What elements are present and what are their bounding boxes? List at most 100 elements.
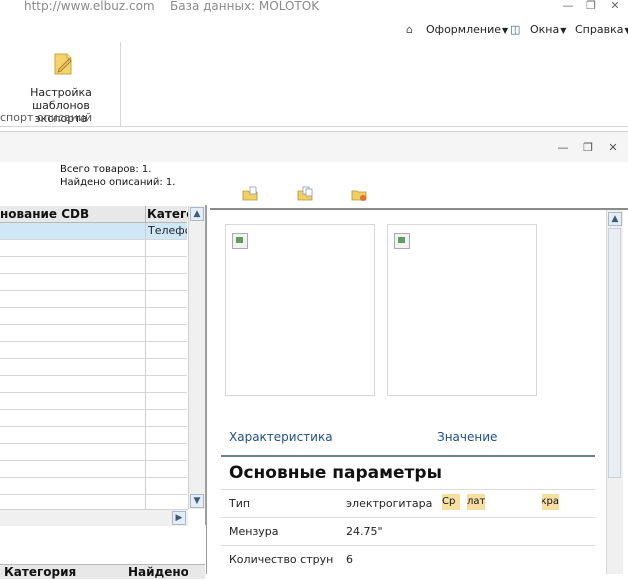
restore-icon[interactable]: ❐: [584, 0, 598, 12]
scroll-up-icon[interactable]: ▲: [190, 207, 204, 221]
table-cell[interactable]: [145, 325, 187, 341]
table-cell[interactable]: [0, 410, 145, 426]
preview-scrollbar[interactable]: ▲: [606, 210, 623, 574]
ribbon-group-export: Настройка шаблонов экспорта спорт описани…: [0, 42, 121, 126]
chevron-down-icon: ▼: [560, 26, 567, 35]
table-cell[interactable]: [145, 444, 187, 460]
table-cell[interactable]: [0, 325, 145, 341]
website-link[interactable]: http://www.elbuz.com: [24, 0, 155, 13]
folder-add-icon[interactable]: [242, 186, 258, 202]
chevron-down-icon: ▼: [624, 26, 628, 35]
table-cell[interactable]: [145, 478, 187, 494]
table-cell[interactable]: [145, 359, 187, 375]
table-cell[interactable]: [0, 359, 145, 375]
grid-horizontal-scrollbar[interactable]: ▶: [0, 509, 188, 526]
scroll-down-icon[interactable]: ▼: [190, 494, 204, 508]
table-cell[interactable]: [0, 376, 145, 392]
table-row[interactable]: [0, 274, 187, 291]
row-divider: [221, 489, 595, 490]
database-name: База данных: MOLOTOK: [170, 0, 320, 13]
value-chip: кра: [542, 494, 559, 510]
table-row[interactable]: [0, 291, 187, 308]
table-cell[interactable]: [145, 240, 187, 256]
scroll-thumb[interactable]: [608, 228, 621, 478]
style-icon[interactable]: ⌂: [406, 23, 413, 36]
section-divider: [221, 455, 595, 457]
table-cell[interactable]: [0, 308, 145, 324]
table-row[interactable]: [0, 461, 187, 478]
param-value: электрогитара: [346, 497, 433, 510]
menu-help[interactable]: Справка▼: [575, 23, 628, 36]
table-row[interactable]: [0, 359, 187, 376]
table-cell[interactable]: [145, 427, 187, 443]
table-row[interactable]: [0, 257, 187, 274]
table-cell[interactable]: [0, 342, 145, 358]
menu-help-label: Справка: [575, 23, 624, 36]
export-templates-button[interactable]: Настройка шаблонов экспорта: [6, 46, 116, 125]
table-row[interactable]: [0, 427, 187, 444]
table-cell[interactable]: [0, 274, 145, 290]
table-cell[interactable]: [145, 342, 187, 358]
grid-header: нование CDB Катего: [0, 206, 189, 223]
table-cell[interactable]: [0, 393, 145, 409]
table-row[interactable]: Телефо: [0, 223, 187, 240]
column-header-found[interactable]: Найдено: [128, 564, 188, 580]
table-cell[interactable]: Телефо: [145, 223, 187, 239]
chevron-down-icon: ▼: [501, 26, 509, 35]
grid-vertical-scrollbar[interactable]: ▲ ▼: [188, 206, 205, 509]
table-row[interactable]: [0, 376, 187, 393]
total-goods-text: Всего товаров: 1.: [60, 164, 152, 175]
product-image-frame: [387, 224, 537, 396]
param-label: Мензура: [229, 525, 279, 538]
categories-grid-header: Категория Найдено: [0, 564, 205, 579]
table-cell[interactable]: [0, 291, 145, 307]
restore-icon[interactable]: ❐: [581, 142, 595, 154]
table-cell[interactable]: [0, 427, 145, 443]
table-cell[interactable]: [145, 291, 187, 307]
folder-copy-icon[interactable]: [297, 186, 313, 202]
info-panel: Всего товаров: 1. Найдено описаний: 1.: [0, 162, 628, 207]
table-cell[interactable]: [145, 461, 187, 477]
minimize-icon[interactable]: —: [556, 142, 570, 154]
table-cell[interactable]: [0, 444, 145, 460]
table-cell[interactable]: [145, 376, 187, 392]
table-cell[interactable]: [145, 257, 187, 273]
table-row[interactable]: [0, 410, 187, 427]
table-cell[interactable]: [0, 461, 145, 477]
menu-windows[interactable]: Окна▼: [530, 23, 566, 36]
close-icon[interactable]: ✕: [606, 142, 620, 154]
menu-bar: ⌂ Оформление▼ ◫ Окна▼ Справка▼: [0, 20, 628, 42]
table-row[interactable]: [0, 478, 187, 495]
characteristic-header: Характеристика: [229, 430, 333, 444]
row-divider: [221, 517, 595, 518]
table-cell[interactable]: [145, 410, 187, 426]
column-header-category[interactable]: Катего: [145, 206, 189, 222]
scroll-right-icon[interactable]: ▶: [172, 511, 186, 525]
table-row[interactable]: [0, 308, 187, 325]
minimize-icon[interactable]: —: [561, 0, 575, 12]
table-cell[interactable]: [0, 223, 145, 239]
found-descriptions-text: Найдено описаний: 1.: [60, 177, 176, 188]
template-settings-icon: [54, 53, 72, 75]
menu-style[interactable]: Оформление▼: [426, 23, 508, 36]
table-row[interactable]: [0, 342, 187, 359]
table-cell[interactable]: [145, 274, 187, 290]
windows-icon[interactable]: ◫: [510, 23, 520, 36]
table-cell[interactable]: [145, 308, 187, 324]
table-cell[interactable]: [0, 240, 145, 256]
column-header-name[interactable]: нование CDB: [0, 206, 143, 222]
row-divider: [221, 545, 595, 546]
section-title: Основные параметры: [229, 463, 442, 483]
table-row[interactable]: [0, 325, 187, 342]
table-cell[interactable]: [0, 257, 145, 273]
value-header: Значение: [437, 430, 498, 444]
table-cell[interactable]: [0, 478, 145, 494]
table-row[interactable]: [0, 444, 187, 461]
table-row[interactable]: [0, 393, 187, 410]
table-row[interactable]: [0, 240, 187, 257]
column-header-category[interactable]: Категория: [4, 564, 104, 580]
folder-delete-icon[interactable]: [351, 186, 367, 202]
table-cell[interactable]: [145, 393, 187, 409]
close-icon[interactable]: ✕: [608, 0, 622, 12]
scroll-up-icon[interactable]: ▲: [608, 212, 622, 226]
